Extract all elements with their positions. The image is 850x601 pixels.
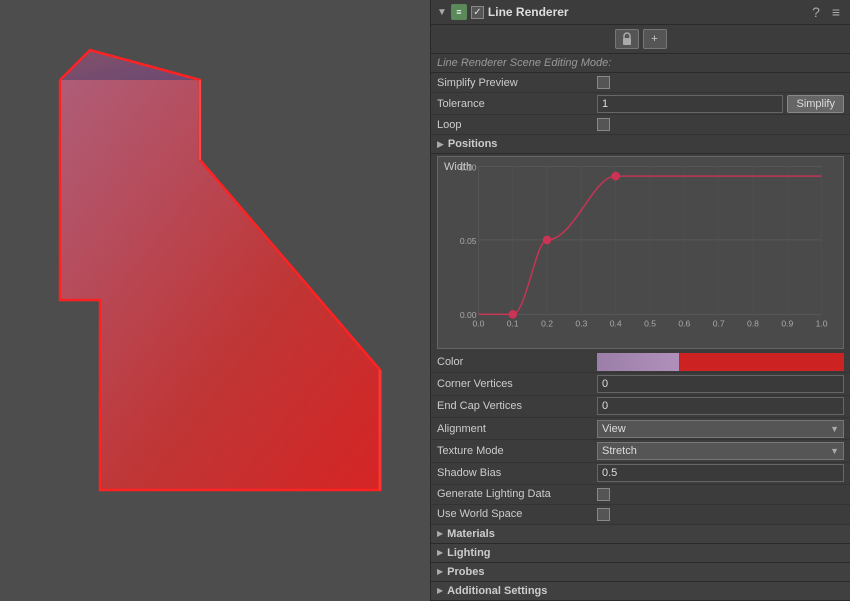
component-header: ▼ ≡ Line Renderer ? ≡ (431, 0, 850, 25)
color-row: Color (431, 351, 850, 373)
additional-settings-label: Additional Settings (447, 585, 547, 597)
component-title: Line Renderer (488, 5, 804, 19)
lock-button[interactable] (615, 29, 639, 49)
loop-row: Loop (431, 115, 850, 135)
tolerance-label: Tolerance (437, 98, 597, 110)
positions-triangle: ▶ (437, 139, 444, 150)
end-cap-vertices-label: End Cap Vertices (437, 400, 597, 412)
generate-lighting-checkbox[interactable] (597, 488, 610, 501)
shadow-bias-row: Shadow Bias (431, 463, 850, 485)
probes-label: Probes (447, 566, 484, 578)
use-world-space-label: Use World Space (437, 508, 597, 520)
alignment-row: Alignment View ▼ (431, 418, 850, 440)
corner-vertices-row: Corner Vertices (431, 373, 850, 395)
svg-text:0.1: 0.1 (507, 319, 519, 329)
collapse-triangle[interactable]: ▼ (437, 7, 447, 18)
materials-triangle: ▶ (437, 529, 443, 538)
viewport-panel (0, 0, 430, 601)
shadow-bias-input[interactable] (597, 464, 844, 482)
add-button[interactable]: + (643, 29, 667, 49)
simplify-preview-checkbox[interactable] (597, 76, 610, 89)
corner-vertices-label: Corner Vertices (437, 378, 597, 390)
component-enable-checkbox[interactable] (471, 6, 484, 19)
color-label: Color (437, 356, 597, 368)
simplify-button[interactable]: Simplify (787, 95, 844, 113)
end-cap-vertices-row: End Cap Vertices (431, 396, 850, 418)
additional-settings-section-header[interactable]: ▶ Additional Settings (431, 582, 850, 601)
simplify-preview-label: Simplify Preview (437, 77, 597, 89)
texture-mode-label: Texture Mode (437, 445, 597, 457)
loop-label: Loop (437, 119, 597, 131)
svg-text:0.0: 0.0 (472, 319, 484, 329)
svg-text:0.2: 0.2 (541, 319, 553, 329)
svg-text:0.4: 0.4 (610, 319, 622, 329)
svg-text:0.7: 0.7 (713, 319, 725, 329)
inspector-panel: ▼ ≡ Line Renderer ? ≡ + Line Renderer Sc… (430, 0, 850, 601)
lighting-section-header[interactable]: ▶ Lighting (431, 544, 850, 563)
texture-mode-dropdown-arrow: ▼ (830, 446, 839, 456)
materials-label: Materials (447, 528, 495, 540)
loop-checkbox[interactable] (597, 118, 610, 131)
add-icon: + (651, 33, 657, 45)
alignment-label: Alignment (437, 423, 597, 435)
help-icon[interactable]: ? (808, 4, 824, 20)
end-cap-vertices-input[interactable] (597, 397, 844, 415)
component-icon: ≡ (451, 4, 467, 20)
svg-text:1.0: 1.0 (816, 319, 828, 329)
additional-settings-triangle: ▶ (437, 586, 443, 595)
materials-section-header[interactable]: ▶ Materials (431, 525, 850, 544)
svg-text:0.6: 0.6 (678, 319, 690, 329)
width-chart[interactable]: Width 0.10 0.05 0.00 0.0 (437, 156, 844, 349)
alignment-dropdown[interactable]: View ▼ (597, 420, 844, 438)
texture-mode-row: Texture Mode Stretch ▼ (431, 440, 850, 462)
simplify-preview-row: Simplify Preview (431, 73, 850, 93)
svg-text:0.5: 0.5 (644, 319, 656, 329)
positions-label: Positions (448, 138, 498, 150)
lighting-triangle: ▶ (437, 548, 443, 557)
tolerance-input[interactable] (597, 95, 783, 113)
svg-text:0.10: 0.10 (460, 163, 477, 173)
shadow-bias-label: Shadow Bias (437, 467, 597, 479)
color-swatch-left (597, 353, 679, 371)
lighting-label: Lighting (447, 547, 490, 559)
generate-lighting-label: Generate Lighting Data (437, 488, 597, 500)
color-swatch[interactable] (597, 353, 844, 371)
use-world-space-row: Use World Space (431, 505, 850, 525)
svg-text:0.05: 0.05 (460, 236, 477, 246)
use-world-space-checkbox[interactable] (597, 508, 610, 521)
alignment-dropdown-arrow: ▼ (830, 424, 839, 434)
color-swatch-right (679, 353, 844, 371)
scene-edit-label: Line Renderer Scene Editing Mode: (431, 54, 850, 73)
settings-icon[interactable]: ≡ (828, 4, 844, 20)
tolerance-row: Tolerance Simplify (431, 93, 850, 115)
texture-mode-dropdown[interactable]: Stretch ▼ (597, 442, 844, 460)
toolbar-row: + (431, 25, 850, 54)
svg-text:0.8: 0.8 (747, 319, 759, 329)
svg-text:0.9: 0.9 (781, 319, 793, 329)
svg-text:0.3: 0.3 (575, 319, 587, 329)
generate-lighting-row: Generate Lighting Data (431, 485, 850, 505)
header-icons: ? ≡ (808, 4, 844, 20)
probes-section-header[interactable]: ▶ Probes (431, 563, 850, 582)
probes-triangle: ▶ (437, 567, 443, 576)
positions-section-header[interactable]: ▶ Positions (431, 135, 850, 154)
corner-vertices-input[interactable] (597, 375, 844, 393)
